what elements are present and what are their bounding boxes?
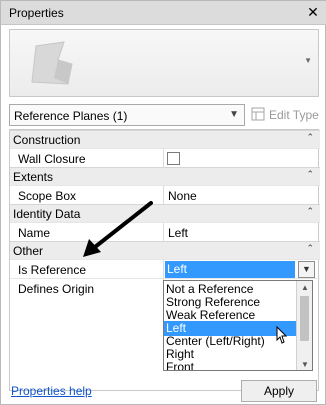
collapse-chevron-icon[interactable]: ⌃ <box>306 243 314 254</box>
window-title: Properties <box>9 6 64 20</box>
chevron-down-icon: ▼ <box>229 109 239 120</box>
wall-closure-checkbox[interactable] <box>167 152 180 165</box>
properties-panel: Properties ✕ ▼ Reference Planes (1) ▼ Ed… <box>0 0 326 405</box>
scope-box-value[interactable]: None <box>168 189 197 203</box>
section-label: Other <box>13 244 44 258</box>
panel-footer: Properties help Apply <box>1 376 326 405</box>
section-extents[interactable]: Extents ⌃ <box>10 167 320 185</box>
type-selector-bar: Reference Planes (1) ▼ Edit Type <box>9 104 319 126</box>
title-bar[interactable]: Properties ✕ <box>1 1 326 25</box>
collapse-chevron-icon[interactable]: ⌃ <box>306 169 314 180</box>
edit-type-icon <box>251 107 265 121</box>
property-row-is-reference: Is Reference Left ▼ <box>10 259 320 279</box>
is-reference-dropdown-list[interactable]: Not a Reference Strong Reference Weak Refe… <box>163 280 313 371</box>
property-name: Name <box>18 226 51 240</box>
property-name: Scope Box <box>18 189 77 203</box>
section-identity-data[interactable]: Identity Data ⌃ <box>10 204 320 222</box>
section-label: Construction <box>13 133 81 147</box>
scroll-down-icon[interactable]: ▼ <box>297 358 312 370</box>
column-divider <box>163 186 164 205</box>
collapse-chevron-icon[interactable]: ⌃ <box>306 206 314 217</box>
edit-type-label: Edit Type <box>269 108 319 122</box>
reference-plane-thumbnail-icon <box>31 41 73 85</box>
type-selector-dropdown[interactable]: Reference Planes (1) ▼ <box>9 104 245 126</box>
property-name: Defines Origin <box>18 282 95 296</box>
dropdown-scrollbar[interactable]: ▲ ▼ <box>296 281 312 370</box>
column-divider <box>163 260 164 279</box>
property-row-wall-closure: Wall Closure <box>10 148 320 168</box>
close-icon[interactable]: ✕ <box>305 4 321 20</box>
is-reference-value[interactable]: Left <box>165 261 295 278</box>
column-divider <box>163 149 164 168</box>
chevron-down-icon[interactable]: ▼ <box>304 56 312 65</box>
name-value[interactable]: Left <box>168 226 188 240</box>
dropdown-option[interactable]: Front <box>164 360 296 370</box>
is-reference-combobox[interactable]: Left ▼ <box>165 261 318 278</box>
scroll-up-icon[interactable]: ▲ <box>297 281 312 295</box>
type-selector-value: Reference Planes (1) <box>14 109 128 123</box>
scrollbar-thumb[interactable] <box>300 296 309 341</box>
edit-type-button[interactable]: Edit Type <box>249 104 319 126</box>
collapse-chevron-icon[interactable]: ⌃ <box>306 132 314 143</box>
type-preview: ▼ <box>9 29 319 97</box>
property-row-scope-box: Scope Box None <box>10 185 320 205</box>
property-name: Is Reference <box>18 263 87 277</box>
section-other[interactable]: Other ⌃ <box>10 241 320 259</box>
section-label: Identity Data <box>13 207 81 221</box>
section-construction[interactable]: Construction ⌃ <box>10 130 320 148</box>
section-label: Extents <box>13 170 54 184</box>
properties-help-link[interactable]: Properties help <box>11 384 92 398</box>
column-divider <box>163 223 164 242</box>
property-name: Wall Closure <box>18 152 86 166</box>
chevron-down-icon[interactable]: ▼ <box>298 261 315 278</box>
property-row-name: Name Left <box>10 222 320 242</box>
apply-button[interactable]: Apply <box>241 380 317 402</box>
